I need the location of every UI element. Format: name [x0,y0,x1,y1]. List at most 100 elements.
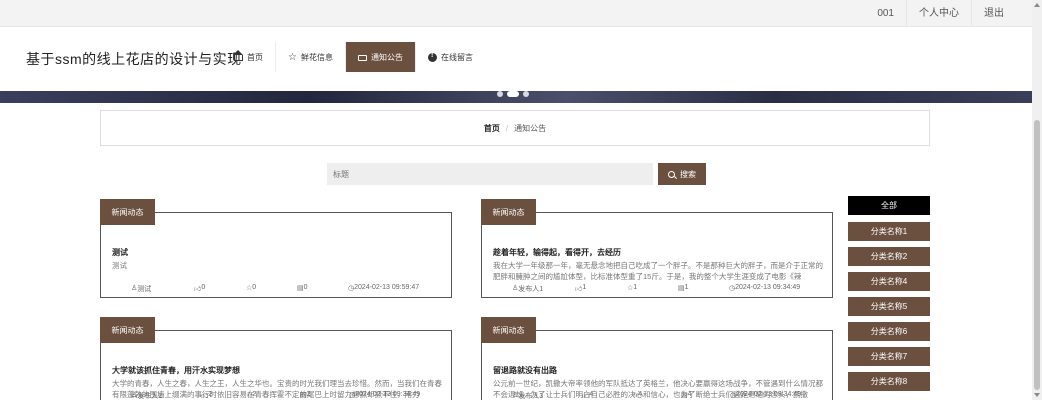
card-favorites: 1 [633,284,638,291]
search-input[interactable] [327,163,653,185]
card-tag: 新闻动态 [100,317,155,343]
date-meta: ◷ 2024-02-13 09:59:47 [348,284,420,292]
card-likes: 2 [208,391,213,398]
category-item[interactable]: 分类名称8 [848,372,930,391]
info-icon [428,52,437,62]
card-tag: 新闻动态 [481,199,536,225]
favorites-meta: ☆ 4 [632,391,643,399]
card-favorites: 2 [252,391,257,398]
author-meta: ♙ 测试 [131,285,152,293]
card-likes: 1 [582,284,587,291]
carousel-dot[interactable] [497,91,503,97]
category-item[interactable]: 分类名称5 [848,297,930,316]
scroll-down-arrow-icon[interactable] [1034,393,1040,397]
category-all[interactable]: 全部 [848,196,930,215]
banner-carousel [0,91,1032,103]
card-summary: 测试 [112,261,127,270]
nav-flower-info[interactable]: ☆ 鲜花信息 [275,42,345,72]
card-author: 发布人2 [137,393,163,400]
news-card[interactable]: 新闻动态 留退路就没有出路 公元前一世纪，凯撒大帝率领他的军队抵达了英格兰，他决… [481,317,833,400]
views-meta: ▤ 4 [681,391,692,399]
search-icon [668,170,675,178]
category-item[interactable]: 分类名称7 [848,347,930,366]
top-bar: 001 个人中心 退出 [0,0,1032,27]
card-tag: 新闻动态 [100,199,155,225]
card-title[interactable]: 趁着年轻，输得起，看得开，去经历 [493,247,621,258]
carousel-dot-active[interactable] [507,91,519,97]
scrollbar[interactable] [1032,0,1042,400]
card-author: 发布人3 [518,393,544,400]
nav-home[interactable]: 首页 [222,42,275,72]
date-meta: ◷ 2024-02-13 09:34:49 [730,391,802,399]
user-name-link[interactable]: 001 [865,0,906,27]
personal-center-link[interactable]: 个人中心 [906,0,971,27]
category-item[interactable]: 分类名称6 [848,322,930,341]
news-card[interactable]: 新闻动态 趁着年轻，输得起，看得开，去经历 我在大学一年级那一年，毫无悬念地把自… [481,199,833,298]
card-date: 2024-02-13 09:34:49 [735,284,801,291]
nav-notice[interactable]: 通知公告 [345,42,415,72]
favorites-meta: ☆ 2 [246,391,257,399]
scrollbar-thumb[interactable] [1034,120,1040,390]
nav-flower-info-label: 鲜花信息 [301,52,333,62]
likes-meta: 👍︎ 1 [575,284,587,293]
card-author: 发布人1 [518,286,544,293]
favorites-meta: ☆ 0 [246,284,257,292]
search-button-label: 搜索 [680,169,696,179]
page: 001 个人中心 退出 基于ssm的线上花店的设计与实现 首页 ☆ 鲜花信息 通… [0,0,1042,400]
nav-notice-label: 通知公告 [371,52,403,62]
date-meta: ◷ 2024-02-13 09:34:49 [349,391,421,399]
site-title: 基于ssm的线上花店的设计与实现 [26,51,242,67]
news-card[interactable]: 新闻动态 测试 测试 ♙ 测试 👍︎ 0 ☆ 0 ▤ 0 ◷ 2024-02-13 0… [100,199,452,298]
card-likes: 0 [201,284,206,291]
likes-meta: 👍︎ 4 [582,391,594,400]
nav-message-label: 在线留言 [441,52,473,62]
top-links: 001 个人中心 退出 [865,0,1016,27]
views-meta: ▤ 0 [297,284,308,292]
card-summary: 我在大学一年级那一年，毫无悬念地把自己吃成了一个胖子。不是那种巨大的胖子，而是介… [493,261,823,281]
card-views: 0 [303,284,308,291]
date-meta: ◷ 2024-02-13 09:34:49 [729,284,801,292]
card-title[interactable]: 测试 [112,247,128,258]
breadcrumb-home[interactable]: 首页 [484,123,500,134]
likes-meta: 👍︎ 0 [194,284,206,293]
author-meta: ♙ 发布人3 [512,392,544,400]
card-date: 2024-02-13 09:34:49 [736,391,802,398]
favorites-meta: ☆ 1 [627,284,638,292]
card-favorites: 0 [252,284,257,291]
card-views: 4 [687,391,692,398]
card-title[interactable]: 大学就该抓住青春，用汗水实现梦想 [112,365,240,376]
carousel-dot[interactable] [523,91,529,97]
card-date: 2024-02-13 09:34:49 [355,391,421,398]
author-meta: ♙ 发布人1 [512,285,544,293]
nav-message[interactable]: 在线留言 [415,42,485,72]
card-tag: 新闻动态 [481,317,536,343]
category-item[interactable]: 分类名称2 [848,247,930,266]
card-author: 测试 [137,286,152,293]
category-item[interactable]: 分类名称1 [848,222,930,241]
star-icon: ☆ [288,51,297,63]
scroll-up-arrow-icon[interactable] [1034,3,1040,7]
views-meta: ▤ 2 [300,391,311,399]
views-meta: ▤ 1 [678,284,689,292]
nav-home-label: 首页 [247,52,263,62]
breadcrumb-separator: / [505,123,509,133]
carousel-dots [497,91,529,97]
card-date: 2024-02-13 09:59:47 [354,284,420,291]
likes-meta: 👍︎ 2 [201,391,213,400]
card-views: 2 [306,391,311,398]
search-button[interactable]: 搜索 [658,163,706,185]
breadcrumb: 首页 / 通知公告 [100,110,930,146]
card-likes: 4 [589,391,594,398]
logout-link[interactable]: 退出 [971,0,1016,27]
lock-icon [358,55,367,61]
author-meta: ♙ 发布人2 [131,392,163,400]
breadcrumb-current: 通知公告 [514,123,547,133]
card-favorites: 4 [638,391,643,398]
main-nav: 首页 ☆ 鲜花信息 通知公告 在线留言 [222,42,485,72]
card-views: 1 [684,284,689,291]
category-item[interactable]: 分类名称4 [848,272,930,291]
header: 基于ssm的线上花店的设计与实现 首页 ☆ 鲜花信息 通知公告 在线留言 [0,27,1032,91]
card-title[interactable]: 留退路就没有出路 [493,365,557,376]
news-card[interactable]: 新闻动态 大学就该抓住青春，用汗水实现梦想 大学的青春，人生之春，人生之王，人生… [100,317,452,400]
home-icon [233,50,243,61]
